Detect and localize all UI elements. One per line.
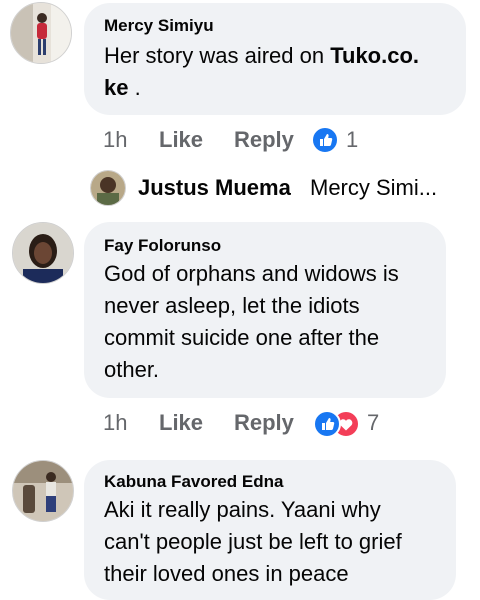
comment-link[interactable]: Tuko.co. [330, 43, 419, 68]
reply-button[interactable]: Reply [234, 127, 294, 153]
comment-line: their loved ones in peace [104, 561, 349, 586]
avatar-kabuna-favored-edna[interactable] [12, 460, 74, 522]
avatar-mercy-simiyu[interactable] [10, 2, 72, 64]
reaction-count[interactable]: 1 [346, 127, 358, 153]
comment-line: commit suicide one after the [104, 325, 380, 350]
profile-photo [11, 3, 71, 63]
profile-photo [13, 461, 73, 521]
profile-photo [91, 171, 125, 205]
like-icon[interactable] [311, 126, 339, 154]
reply-preview-snippet[interactable]: Mercy Simi... [310, 175, 437, 201]
comment-author[interactable]: Mercy Simiyu [104, 16, 214, 36]
comment-text: Her story was aired on Tuko.co. ke . [104, 40, 454, 104]
avatar-justus-muema[interactable] [90, 170, 126, 206]
profile-photo [13, 223, 73, 283]
comment-timestamp[interactable]: 1h [103, 410, 127, 436]
comment-line: never asleep, let the idiots [104, 293, 360, 318]
comment-timestamp[interactable]: 1h [103, 127, 127, 153]
comment-line: God of orphans and widows is [104, 261, 399, 286]
comment-text: Aki it really pains. Yaani why can't peo… [104, 494, 454, 590]
avatar-fay-folorunso[interactable] [12, 222, 74, 284]
reply-preview-author[interactable]: Justus Muema [138, 175, 291, 201]
comment-text-part: . [128, 75, 141, 100]
comment-author[interactable]: Fay Folorunso [104, 236, 221, 256]
comment-link[interactable]: ke [104, 75, 128, 100]
comment-line: can't people just be left to grief [104, 529, 402, 554]
like-button[interactable]: Like [159, 127, 203, 153]
like-icon[interactable] [313, 410, 341, 438]
like-button[interactable]: Like [159, 410, 203, 436]
comment-line: other. [104, 357, 160, 382]
reaction-count[interactable]: 7 [367, 410, 379, 436]
comment-text-part: Her story was aired on [104, 43, 331, 68]
comment-line: Aki it really pains. Yaani why [104, 497, 381, 522]
reply-button[interactable]: Reply [234, 410, 294, 436]
comment-author[interactable]: Kabuna Favored Edna [104, 472, 283, 492]
comment-text: God of orphans and widows is never aslee… [104, 258, 444, 386]
